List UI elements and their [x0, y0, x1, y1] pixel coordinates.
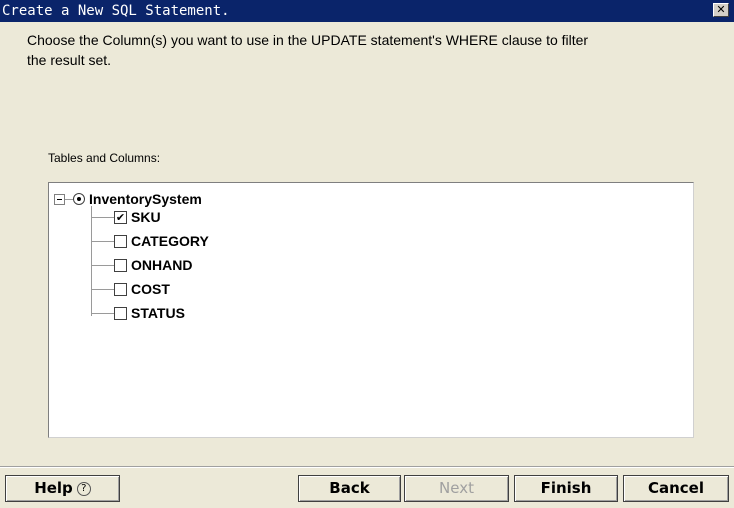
title-bar: Create a New SQL Statement. ✕	[0, 0, 734, 22]
window-title: Create a New SQL Statement.	[2, 3, 230, 19]
tree-connector	[91, 217, 114, 218]
column-item-status[interactable]: STATUS	[91, 303, 391, 323]
help-button-label: Help	[34, 479, 73, 497]
column-checkbox-sku[interactable]: ✔	[114, 211, 127, 224]
column-label: SKU	[131, 209, 161, 225]
tree-connector	[91, 289, 114, 290]
tree-connector	[91, 241, 114, 242]
column-label: STATUS	[131, 305, 185, 321]
column-item-cost[interactable]: COST	[91, 279, 391, 299]
column-label: CATEGORY	[131, 233, 209, 249]
column-checkbox-category[interactable]	[114, 235, 127, 248]
instructions-line-2: the result set.	[27, 52, 112, 68]
next-button[interactable]: Next	[404, 475, 509, 502]
table-name-inventorysystem[interactable]: InventorySystem	[89, 191, 202, 207]
tree-connector	[91, 313, 114, 314]
column-checkbox-onhand[interactable]	[114, 259, 127, 272]
instructions-line-1: Choose the Column(s) you want to use in …	[27, 32, 589, 48]
instructions-text: Choose the Column(s) you want to use in …	[27, 30, 732, 70]
close-icon: ✕	[716, 3, 726, 16]
column-checkbox-status[interactable]	[114, 307, 127, 320]
help-button[interactable]: Help?	[5, 475, 120, 502]
tree-connector	[65, 199, 73, 200]
column-item-sku[interactable]: ✔ SKU	[91, 207, 391, 227]
close-button[interactable]: ✕	[713, 3, 729, 17]
column-item-onhand[interactable]: ONHAND	[91, 255, 391, 275]
column-label: ONHAND	[131, 257, 193, 273]
tree-connector	[91, 265, 114, 266]
column-label: COST	[131, 281, 170, 297]
help-icon: ?	[76, 481, 91, 496]
collapse-toggle-icon[interactable]	[54, 194, 65, 205]
table-radio-button[interactable]	[73, 193, 85, 205]
finish-button[interactable]: Finish	[514, 475, 618, 502]
button-bar-separator	[0, 466, 734, 468]
tables-columns-tree: InventorySystem ✔ SKU CATEGORY ONHAND CO…	[48, 182, 694, 438]
tables-columns-label: Tables and Columns:	[48, 151, 161, 165]
column-item-category[interactable]: CATEGORY	[91, 231, 391, 251]
column-checkbox-cost[interactable]	[114, 283, 127, 296]
cancel-button[interactable]: Cancel	[623, 475, 729, 502]
back-button[interactable]: Back	[298, 475, 401, 502]
